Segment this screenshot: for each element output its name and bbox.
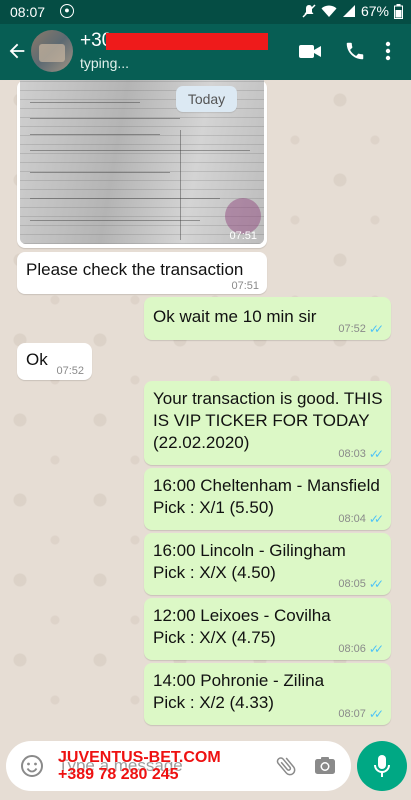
voice-call-icon[interactable] [344,40,366,62]
message-time: 08:06 ✓✓ [338,642,384,656]
outgoing-message[interactable]: Your transaction is good. THIS IS VIP TI… [144,381,391,465]
outgoing-message[interactable]: 14:00 Pohronie - Zilina Pick : X/2 (4.33… [144,663,391,725]
message-time: 07:51 [231,280,259,292]
message-text: Ok [26,350,48,369]
read-receipt-icon: ✓✓ [368,642,384,656]
message-time: 08:05 ✓✓ [338,577,384,591]
redaction-bar [106,33,268,50]
read-receipt-icon: ✓✓ [368,322,384,336]
message-list[interactable]: 07:51 Today Please check the transaction… [0,80,411,733]
message-input[interactable]: Type a message JUVENTUS-BET.COM +389 78 … [6,741,351,791]
read-receipt-icon: ✓✓ [368,447,384,461]
incoming-message[interactable]: Ok 07:52 [17,343,92,380]
message-time: 08:07 ✓✓ [338,707,384,721]
message-text: Your transaction is good. THIS IS VIP TI… [153,389,383,452]
battery-percent: 67% [360,3,389,19]
date-divider: Today [176,86,237,112]
outgoing-message[interactable]: 12:00 Leixoes - Covilha Pick : X/X (4.75… [144,598,391,660]
more-options-icon[interactable] [385,40,391,62]
read-receipt-icon: ✓✓ [368,577,384,591]
microphone-icon [374,755,390,777]
messenger-notification-icon: ● [60,4,74,18]
message-text: 12:00 Leixoes - Covilha Pick : X/X (4.75… [153,606,331,647]
contact-status: typing... [80,55,130,71]
watermark-overlay: JUVENTUS-BET.COM +389 78 280 245 [58,749,221,783]
message-time: 07:51 [229,230,257,242]
message-text: 16:00 Lincoln - Gilingham Pick : X/X (4.… [153,541,346,582]
avatar[interactable] [31,30,73,72]
message-time: 07:52 ✓✓ [338,322,384,336]
status-icons: 67% [302,3,403,19]
compose-bar: Type a message JUVENTUS-BET.COM +389 78 … [0,733,411,800]
camera-icon[interactable] [313,754,337,778]
wifi-icon [321,5,337,17]
voice-message-button[interactable] [357,741,407,791]
message-text: Ok wait me 10 min sir [153,307,317,326]
message-time: 08:04 ✓✓ [338,512,384,526]
outgoing-message[interactable]: 16:00 Lincoln - Gilingham Pick : X/X (4.… [144,533,391,595]
chat-header: +30 typing... [0,24,411,80]
battery-icon [394,3,403,19]
message-time: 07:52 [56,365,84,377]
attach-icon[interactable] [274,754,298,778]
read-receipt-icon: ✓✓ [368,512,384,526]
message-text: 14:00 Pohronie - Zilina Pick : X/2 (4.33… [153,671,325,712]
message-time: 08:03 ✓✓ [338,447,384,461]
mute-icon [302,4,316,18]
status-bar: 08:07 ● 67% [0,0,411,24]
message-text: Please check the transaction [26,260,244,279]
outgoing-message[interactable]: Ok wait me 10 min sir 07:52 ✓✓ [144,297,391,340]
signal-icon [342,5,355,17]
incoming-message[interactable]: Please check the transaction 07:51 [17,252,267,294]
video-call-icon[interactable] [298,40,322,62]
emoji-icon[interactable] [20,754,44,778]
back-arrow-icon[interactable] [6,40,28,62]
outgoing-message[interactable]: 16:00 Cheltenham - Mansfield Pick : X/1 … [144,468,391,530]
read-receipt-icon: ✓✓ [368,707,384,721]
status-time: 08:07 [10,4,46,20]
